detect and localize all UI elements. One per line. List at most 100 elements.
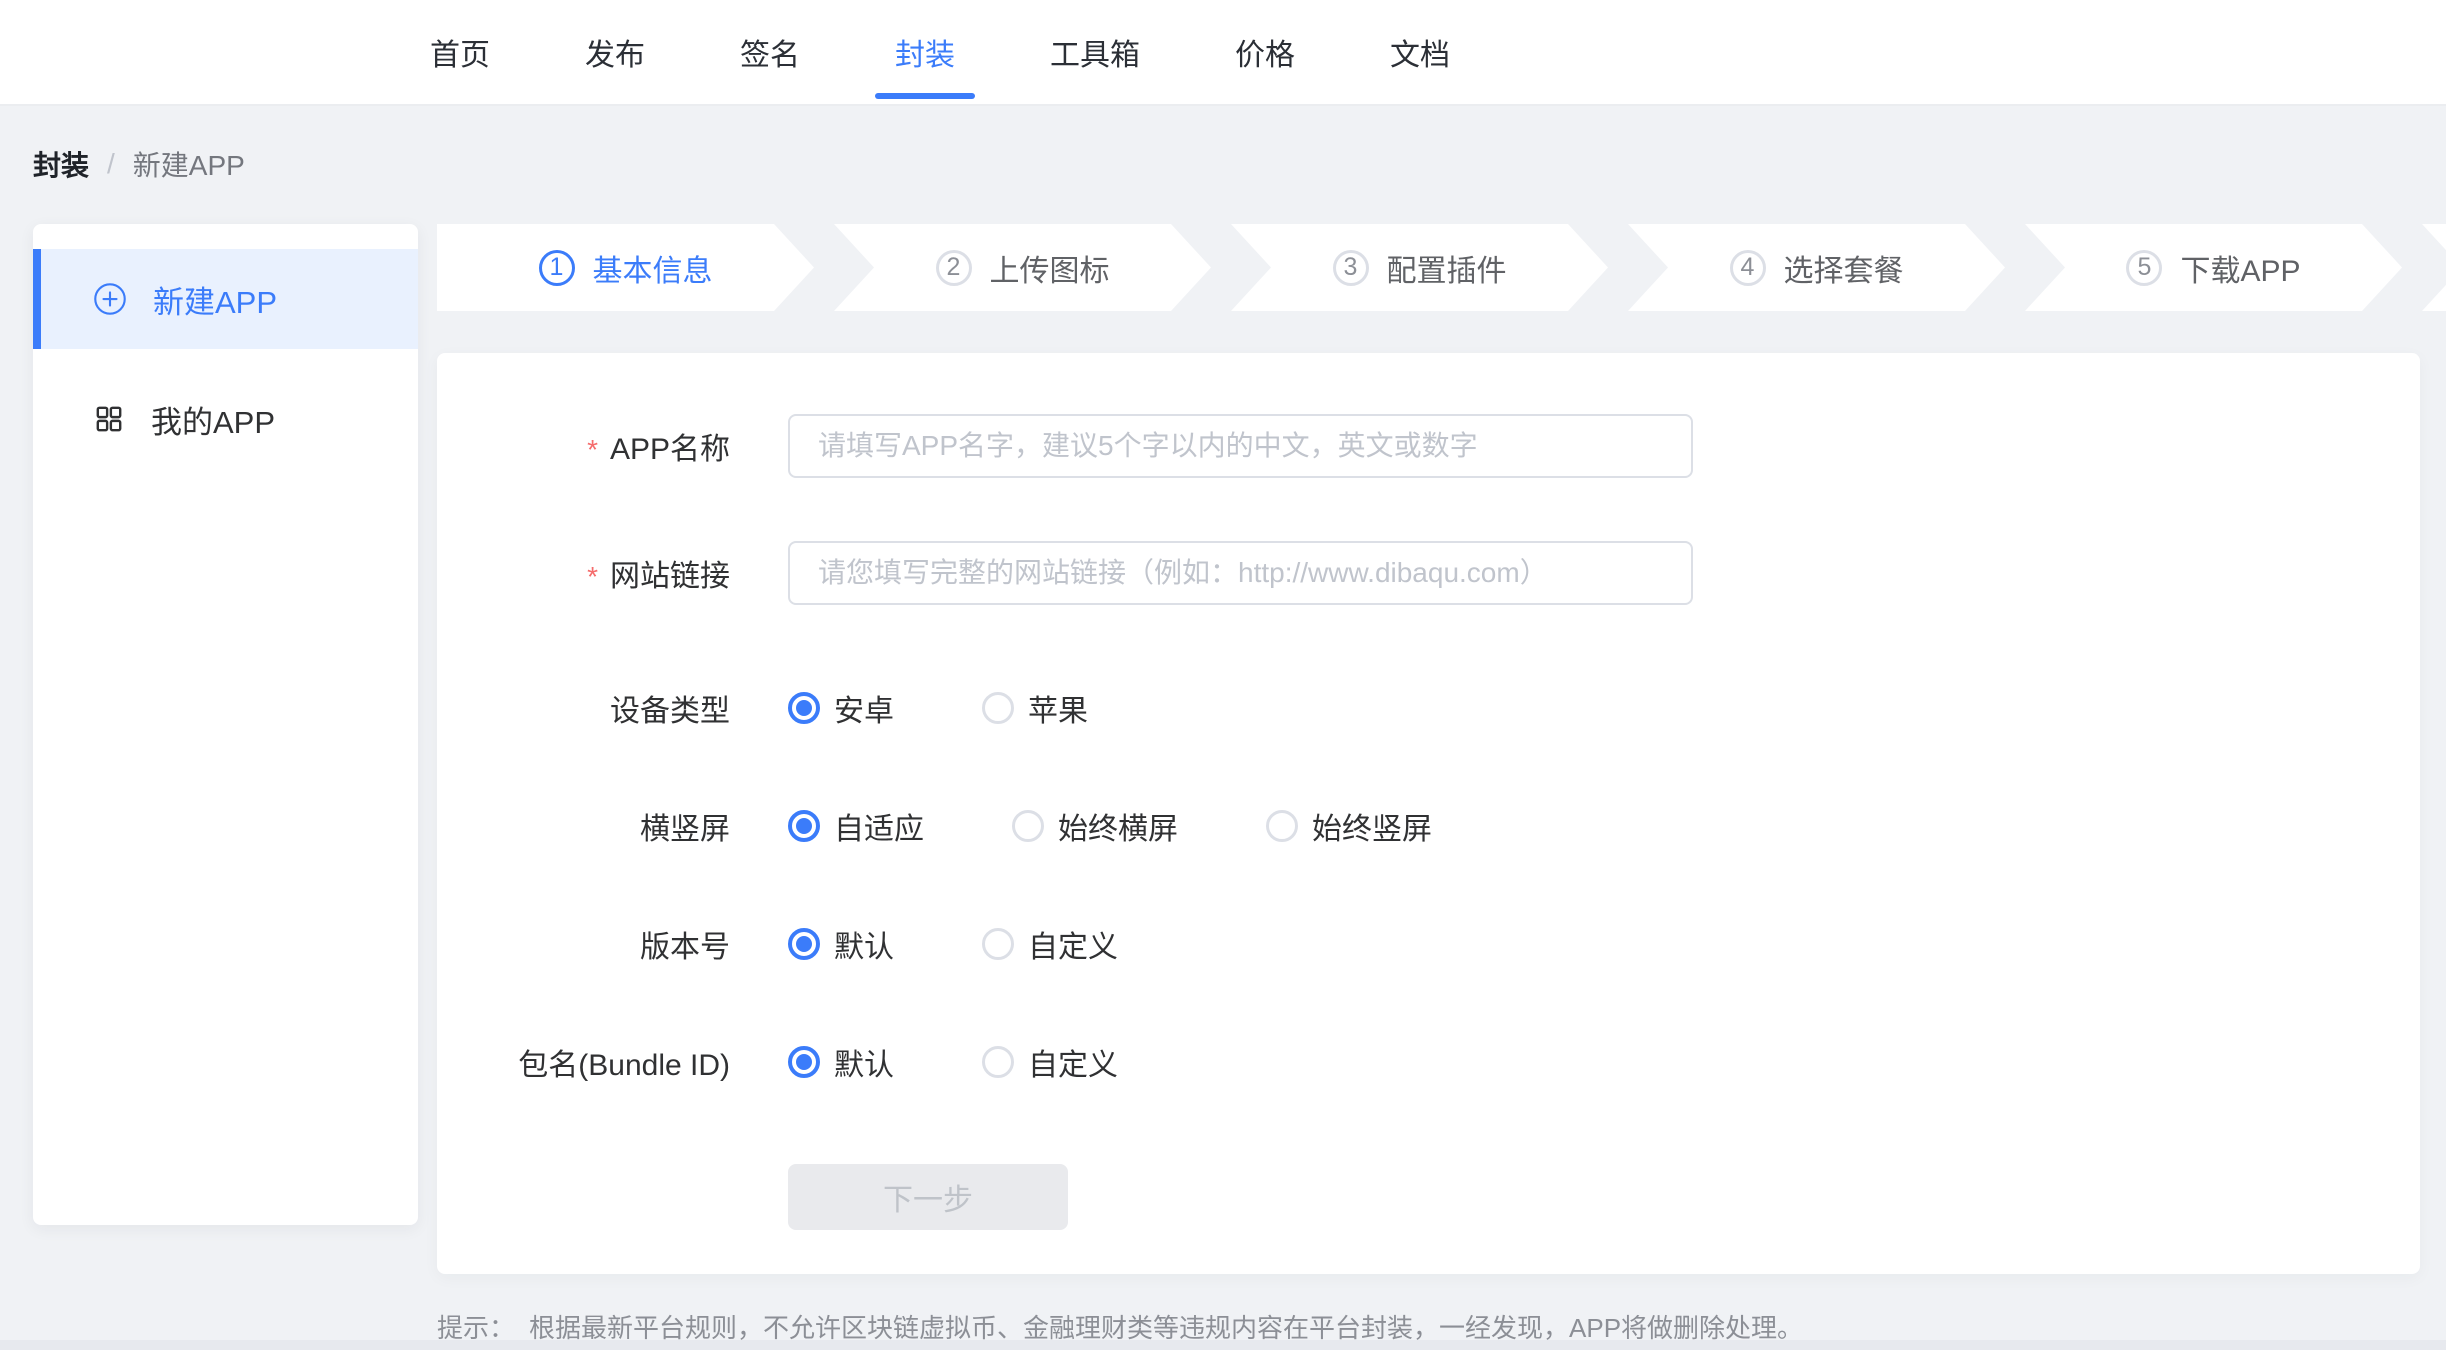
radio-icon xyxy=(982,928,1014,960)
field-label-text: 包名(Bundle ID) xyxy=(518,1049,730,1082)
nav-docs-label: 文档 xyxy=(1390,30,1450,74)
step-2-upload-icon: 2 上传图标 xyxy=(834,224,1211,311)
radio-android[interactable]: 安卓 xyxy=(788,686,894,730)
radio-label: 苹果 xyxy=(1028,686,1088,730)
nav-price-label: 价格 xyxy=(1235,30,1295,74)
breadcrumb-separator: / xyxy=(107,148,115,180)
field-label: * 网站链接 xyxy=(437,551,730,595)
nav-home[interactable]: 首页 xyxy=(430,0,490,104)
nav-docs[interactable]: 文档 xyxy=(1390,0,1450,104)
site-url-input[interactable] xyxy=(788,541,1693,605)
nav-sign-label: 签名 xyxy=(740,30,800,74)
radio-label: 始终横屏 xyxy=(1058,804,1178,848)
active-tab-indicator xyxy=(875,93,975,99)
basic-info-form: * APP名称 * 网站链接 设备类型 xyxy=(437,353,2420,1274)
bottom-strip xyxy=(0,1340,2446,1350)
step-sliver xyxy=(2422,224,2446,311)
radio-label: 始终竖屏 xyxy=(1312,804,1432,848)
breadcrumb: 封装 / 新建APP xyxy=(33,144,2420,184)
step-2-number: 2 xyxy=(936,250,972,286)
form-row-site-url: * 网站链接 xyxy=(437,541,2420,605)
app-name-input[interactable] xyxy=(788,414,1693,478)
radio-label: 自定义 xyxy=(1028,922,1118,966)
radio-icon xyxy=(788,1046,820,1078)
sidebar: 新建APP 我的APP xyxy=(33,224,418,1225)
field-label-text: 网站链接 xyxy=(610,560,730,593)
form-row-bundle-id: 包名(Bundle ID) 默认 自定义 xyxy=(437,1040,2420,1084)
nav-toolbox-label: 工具箱 xyxy=(1050,30,1140,74)
radio-icon xyxy=(982,692,1014,724)
nav-sign[interactable]: 签名 xyxy=(740,0,800,104)
field-label: * APP名称 xyxy=(437,424,730,468)
radio-auto-orientation[interactable]: 自适应 xyxy=(788,804,924,848)
step-2-label: 上传图标 xyxy=(990,246,1110,290)
step-1-label: 基本信息 xyxy=(593,246,713,290)
step-1-basic-info: 1 基本信息 xyxy=(437,224,814,311)
sidebar-item-my-apps[interactable]: 我的APP xyxy=(33,369,418,469)
radio-always-landscape[interactable]: 始终横屏 xyxy=(1012,804,1178,848)
field-label-text: 版本号 xyxy=(640,931,730,964)
field-label: 设备类型 xyxy=(437,686,730,730)
radio-label: 安卓 xyxy=(834,686,894,730)
radio-icon xyxy=(788,692,820,724)
nav-package-label: 封装 xyxy=(895,30,955,74)
field-label: 横竖屏 xyxy=(437,804,730,848)
sidebar-item-label: 我的APP xyxy=(151,397,275,442)
orientation-radio-group: 自适应 始终横屏 始终竖屏 xyxy=(788,806,1432,846)
nav-publish[interactable]: 发布 xyxy=(585,0,645,104)
sidebar-item-label: 新建APP xyxy=(153,277,277,322)
field-label-text: APP名称 xyxy=(610,433,730,466)
steps-bar: 1 基本信息 2 上传图标 3 配置插件 4 选择套餐 xyxy=(437,224,2446,311)
radio-bundle-default[interactable]: 默认 xyxy=(788,1040,894,1084)
radio-label: 自定义 xyxy=(1028,1040,1118,1084)
radio-dot xyxy=(796,700,812,716)
nav-toolbox[interactable]: 工具箱 xyxy=(1050,0,1140,104)
radio-dot xyxy=(796,936,812,952)
radio-always-portrait[interactable]: 始终竖屏 xyxy=(1266,804,1432,848)
step-4-choose-plan: 4 选择套餐 xyxy=(1628,224,2005,311)
radio-bundle-custom[interactable]: 自定义 xyxy=(982,1040,1118,1084)
step-4-number: 4 xyxy=(1730,250,1766,286)
radio-icon xyxy=(788,810,820,842)
form-row-device-type: 设备类型 安卓 苹果 xyxy=(437,686,2420,730)
radio-dot xyxy=(796,818,812,834)
circle-plus-icon xyxy=(93,282,127,316)
radio-icon xyxy=(982,1046,1014,1078)
step-4-label: 选择套餐 xyxy=(1784,246,1904,290)
required-asterisk: * xyxy=(587,434,598,465)
radio-version-default[interactable]: 默认 xyxy=(788,922,894,966)
top-nav: 首页 发布 签名 封装 工具箱 价格 文档 xyxy=(0,0,2446,106)
step-3-number: 3 xyxy=(1333,250,1369,286)
bundle-id-radio-group: 默认 自定义 xyxy=(788,1042,1118,1082)
step-3-configure-plugins: 3 配置插件 xyxy=(1231,224,1608,311)
radio-ios[interactable]: 苹果 xyxy=(982,686,1088,730)
active-item-bar xyxy=(33,249,41,349)
breadcrumb-root[interactable]: 封装 xyxy=(33,144,89,184)
breadcrumb-current: 新建APP xyxy=(133,144,245,184)
radio-version-custom[interactable]: 自定义 xyxy=(982,922,1118,966)
radio-label: 自适应 xyxy=(834,804,924,848)
nav-price[interactable]: 价格 xyxy=(1235,0,1295,104)
step-1-number: 1 xyxy=(539,250,575,286)
radio-dot xyxy=(796,1054,812,1070)
page: 首页 发布 签名 封装 工具箱 价格 文档 封装 / 新建APP xyxy=(0,0,2446,1350)
form-row-orientation: 横竖屏 自适应 始终横屏 xyxy=(437,804,2420,848)
radio-label: 默认 xyxy=(834,1040,894,1084)
step-5-label: 下载APP xyxy=(2180,246,2300,290)
nav-package[interactable]: 封装 xyxy=(895,0,955,104)
next-step-button[interactable]: 下一步 xyxy=(788,1164,1068,1230)
radio-label: 默认 xyxy=(834,922,894,966)
step-5-number: 5 xyxy=(2126,250,2162,286)
sidebar-item-new-app[interactable]: 新建APP xyxy=(33,249,418,349)
radio-icon xyxy=(1012,810,1044,842)
step-3-label: 配置插件 xyxy=(1387,246,1507,290)
nav-publish-label: 发布 xyxy=(585,30,645,74)
radio-icon xyxy=(1266,810,1298,842)
field-label: 包名(Bundle ID) xyxy=(437,1040,730,1084)
form-row-version: 版本号 默认 自定义 xyxy=(437,922,2420,966)
version-radio-group: 默认 自定义 xyxy=(788,924,1118,964)
form-row-app-name: * APP名称 xyxy=(437,414,2420,478)
required-asterisk: * xyxy=(587,561,598,592)
field-label: 版本号 xyxy=(437,922,730,966)
field-label-text: 横竖屏 xyxy=(640,813,730,846)
